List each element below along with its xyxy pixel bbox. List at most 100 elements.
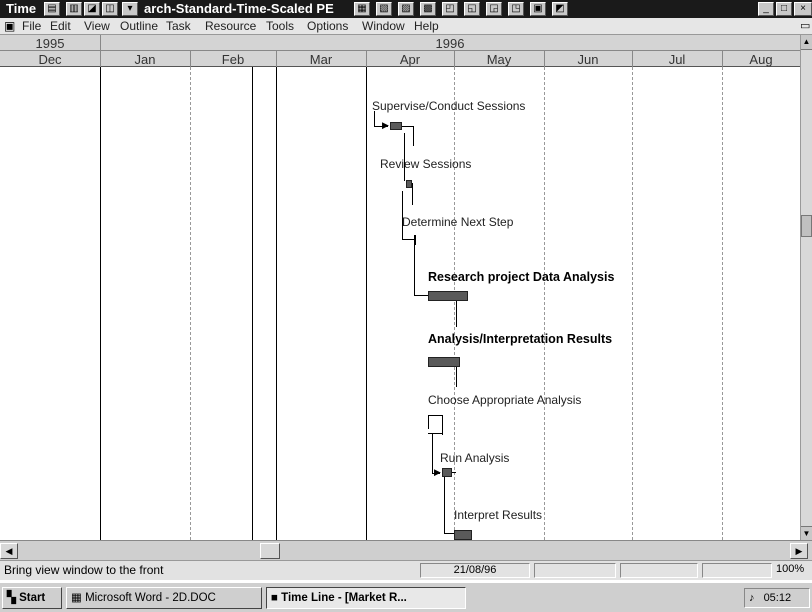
toolbar-icon-10[interactable]: ◱	[464, 2, 480, 16]
menu-bar: ▣ File Edit View Outline Task Resource T…	[0, 18, 812, 35]
task-label[interactable]: Interpret Results	[454, 508, 542, 522]
menu-task[interactable]: Task	[166, 19, 191, 33]
task-label[interactable]: Supervise/Conduct Sessions	[372, 99, 525, 113]
task-label[interactable]: Determine Next Step	[402, 215, 513, 229]
timescale-months: Dec Jan Feb Mar Apr May Jun Jul Aug	[0, 51, 806, 67]
link-line	[428, 433, 442, 434]
link-line	[404, 133, 405, 181]
summary-bar[interactable]	[428, 291, 468, 301]
gridline-dashed	[722, 67, 723, 540]
status-panel	[702, 563, 772, 578]
menu-edit[interactable]: Edit	[50, 19, 71, 33]
link-line	[456, 301, 457, 327]
month-label: May	[486, 52, 512, 67]
vertical-scrollbar[interactable]: ▲ ▼	[800, 35, 812, 541]
toolbar-icon-1[interactable]: ▤	[44, 2, 60, 16]
month-label: Aug	[749, 52, 773, 67]
toolbar-icon-12[interactable]: ◳	[508, 2, 524, 16]
toolbar-icon-13[interactable]: ▣	[530, 2, 546, 16]
menu-view[interactable]: View	[84, 19, 110, 33]
menu-outline[interactable]: Outline	[120, 19, 158, 33]
link-line	[414, 295, 428, 296]
gridline	[100, 67, 101, 540]
toolbar-icon-2[interactable]: ▥	[66, 2, 82, 16]
window-title: arch-Standard-Time-Scaled PE	[144, 1, 334, 16]
horizontal-scrollbar[interactable]: ◀ ▶	[0, 540, 812, 560]
hscroll-thumb[interactable]	[260, 543, 280, 559]
minimize-button[interactable]: _	[758, 2, 774, 16]
menu-tools[interactable]: Tools	[266, 19, 294, 33]
month-label: Jul	[668, 52, 686, 67]
menu-help[interactable]: Help	[414, 19, 439, 33]
status-panel	[620, 563, 698, 578]
task-label[interactable]: Research project Data Analysis	[428, 270, 614, 284]
link-line	[428, 415, 429, 429]
link-line	[444, 477, 445, 533]
dropdown-icon[interactable]: ▾	[122, 2, 138, 16]
task-label[interactable]: Run Analysis	[440, 451, 509, 465]
month-label: Jan	[134, 52, 156, 67]
timeline-app-icon: ■	[271, 592, 278, 604]
task-label[interactable]: Review Sessions	[380, 157, 471, 171]
taskbar-item-label: Time Line - [Market R...	[281, 592, 407, 604]
status-zoom: 100%	[776, 563, 805, 575]
toolbar-icon-11[interactable]: ◲	[486, 2, 502, 16]
toolbar-icon-3[interactable]: ◪	[84, 2, 100, 16]
link-line	[456, 367, 457, 387]
link-line	[452, 472, 456, 473]
link-line	[442, 415, 443, 435]
menu-window[interactable]: Window	[362, 19, 405, 33]
year-label-1996: 1996	[435, 36, 465, 51]
windows-logo-icon: ▚	[7, 592, 16, 604]
scroll-right-icon[interactable]: ▶	[790, 543, 808, 559]
start-button[interactable]: ▚ Start	[2, 587, 62, 609]
gridline	[252, 67, 253, 540]
timeline-chart[interactable]: Supervise/Conduct Sessions ▶ Review Sess…	[0, 67, 800, 540]
task-bar[interactable]	[390, 122, 402, 130]
toolbar-icon-14[interactable]: ◩	[552, 2, 568, 16]
toolbar-icon-5[interactable]: ▦	[354, 2, 370, 16]
task-bar[interactable]	[454, 530, 472, 540]
speaker-icon[interactable]: ♪	[749, 592, 755, 604]
link-line	[432, 433, 433, 473]
scroll-down-icon[interactable]: ▼	[801, 526, 812, 541]
link-line	[413, 126, 414, 146]
link-line	[414, 243, 415, 295]
status-message: Bring view window to the front	[4, 563, 164, 577]
month-label: Jun	[577, 52, 599, 67]
month-label: Feb	[221, 52, 245, 67]
toolbar-icon-8[interactable]: ▩	[420, 2, 436, 16]
summary-bar[interactable]	[428, 357, 460, 367]
toolbar-icon-9[interactable]: ◰	[442, 2, 458, 16]
close-button[interactable]: ×	[794, 2, 812, 16]
month-label: Dec	[38, 52, 62, 67]
scroll-up-icon[interactable]: ▲	[801, 35, 812, 50]
link-line	[412, 183, 413, 205]
start-label: Start	[19, 592, 46, 604]
gridline-dashed	[544, 67, 545, 540]
restore-doc-icon[interactable]: ▭	[800, 19, 810, 32]
scroll-left-icon[interactable]: ◀	[0, 543, 18, 559]
timescale-years: 1995 1996	[0, 35, 806, 51]
app-name: Time	[6, 1, 37, 16]
toolbar-icon-4[interactable]: ◫	[102, 2, 118, 16]
arrow-icon: ▶	[382, 120, 389, 130]
scroll-thumb[interactable]	[801, 215, 812, 237]
taskbar-item-label: Microsoft Word - 2D.DOC	[85, 592, 216, 604]
menu-resource[interactable]: Resource	[205, 19, 256, 33]
toolbar-icon-6[interactable]: ▧	[376, 2, 392, 16]
toolbar-icon-7[interactable]: ▨	[398, 2, 414, 16]
task-label[interactable]: Analysis/Interpretation Results	[428, 332, 612, 346]
gridline	[276, 67, 277, 540]
gridline	[366, 67, 367, 540]
menu-options[interactable]: Options	[307, 19, 348, 33]
taskbar-item-timeline[interactable]: ■ Time Line - [Market R...	[266, 587, 466, 609]
link-line	[402, 239, 414, 240]
task-bar[interactable]	[442, 468, 452, 477]
maximize-button[interactable]: □	[776, 2, 792, 16]
year-label-1995: 1995	[35, 36, 65, 51]
taskbar-item-word[interactable]: ▦ Microsoft Word - 2D.DOC	[66, 587, 262, 609]
menu-file[interactable]: File	[22, 19, 41, 33]
task-label[interactable]: Choose Appropriate Analysis	[428, 393, 581, 407]
link-line	[428, 415, 442, 416]
